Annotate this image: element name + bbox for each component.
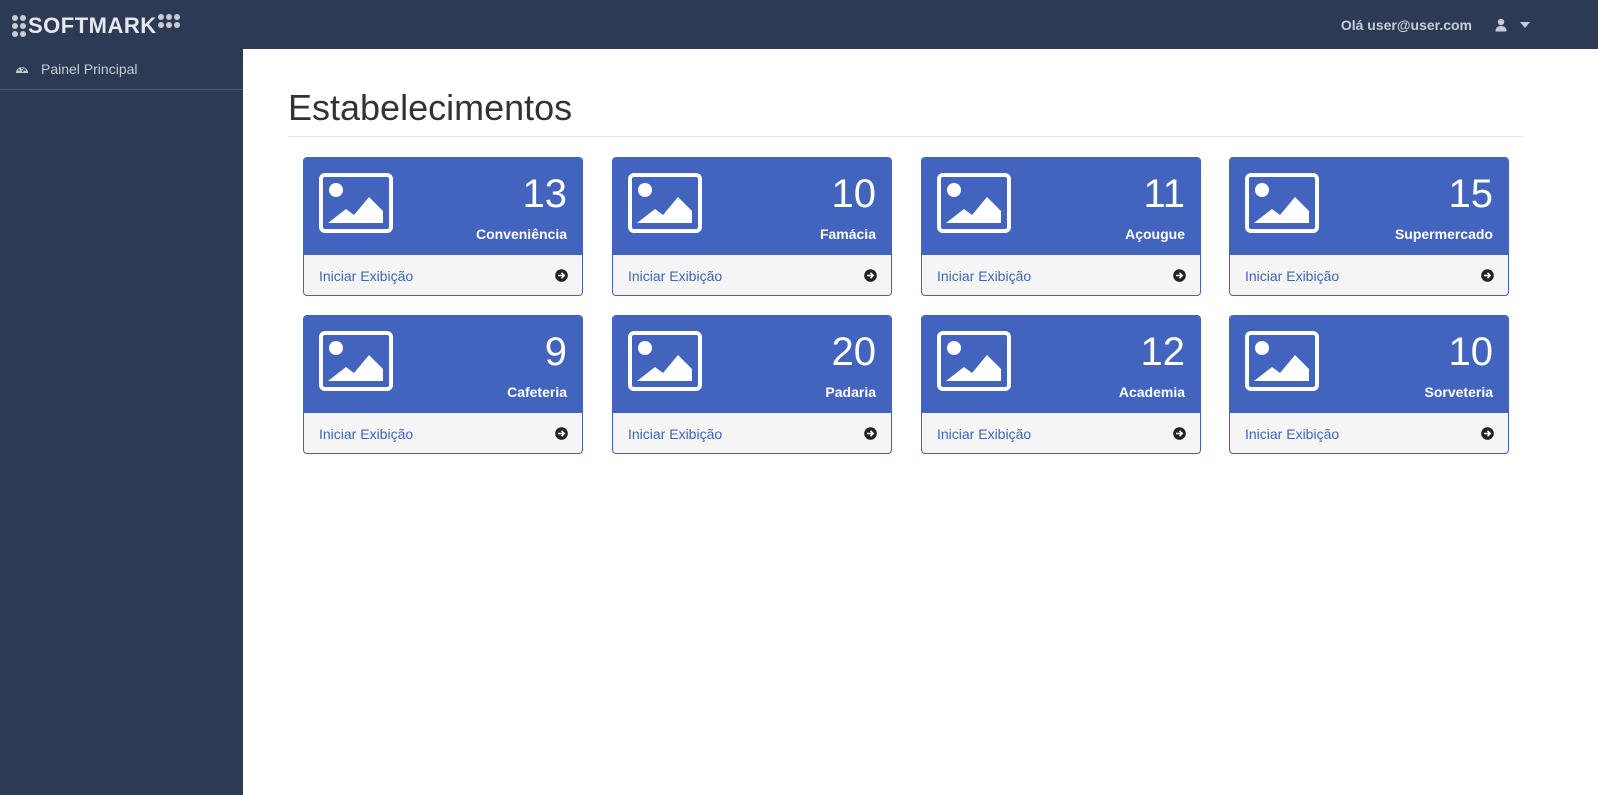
- establishment-card: 11 Açougue Iniciar Exibição: [921, 157, 1201, 296]
- arrow-circle-right-icon: [864, 427, 877, 440]
- card-name: Padaria: [825, 384, 876, 400]
- start-display-label: Iniciar Exibição: [628, 425, 723, 442]
- start-display-label: Iniciar Exibição: [937, 267, 1032, 284]
- card-count: 10: [831, 172, 877, 216]
- arrow-circle-right-icon: [1173, 427, 1186, 440]
- card-name: Conveniência: [475, 226, 567, 242]
- arrow-circle-right-icon: [1173, 269, 1186, 282]
- image-icon: [319, 331, 393, 391]
- card-header: 15 Supermercado: [1230, 158, 1508, 255]
- image-icon: [628, 173, 702, 233]
- arrow-circle-right-icon: [1481, 269, 1494, 282]
- caret-down-icon[interactable]: [1520, 21, 1530, 28]
- user-icon[interactable]: [1494, 18, 1508, 32]
- softmark-logo[interactable]: SOFTMARK: [12, 9, 180, 43]
- logo-text: SOFTMARK: [28, 13, 157, 38]
- start-display-link[interactable]: Iniciar Exibição: [1230, 255, 1508, 295]
- user-menu[interactable]: Olá user@user.com: [1341, 0, 1598, 49]
- card-name: Cafeteria: [507, 384, 567, 400]
- card-count: 15: [1448, 172, 1494, 216]
- card-name: Açougue: [1125, 226, 1185, 242]
- title-divider: [288, 136, 1523, 137]
- card-header: 20 Padaria: [613, 316, 891, 413]
- card-name: Academia: [1118, 384, 1185, 400]
- card-count: 9: [544, 330, 567, 374]
- arrow-circle-right-icon: [1481, 427, 1494, 440]
- start-display-link[interactable]: Iniciar Exibição: [922, 255, 1200, 295]
- card-count: 11: [1143, 172, 1185, 216]
- card-header: 10 Famácia: [613, 158, 891, 255]
- arrow-circle-right-icon: [864, 269, 877, 282]
- top-navbar: SOFTMARK Olá user@user.com: [0, 0, 1598, 49]
- sidebar: Painel Principal: [0, 49, 243, 795]
- card-header: 9 Cafeteria: [304, 316, 582, 413]
- start-display-label: Iniciar Exibição: [628, 267, 723, 284]
- establishment-card: 15 Supermercado Iniciar Exibição: [1229, 157, 1509, 296]
- establishment-card: 9 Cafeteria Iniciar Exibição: [303, 315, 583, 454]
- sidebar-item-label: Painel Principal: [41, 61, 138, 77]
- card-header: 10 Sorveteria: [1230, 316, 1508, 413]
- card-header: 11 Açougue: [922, 158, 1200, 255]
- card-name: Supermercado: [1394, 226, 1493, 242]
- start-display-label: Iniciar Exibição: [937, 425, 1032, 442]
- establishment-card: 10 Famácia Iniciar Exibição: [612, 157, 892, 296]
- start-display-link[interactable]: Iniciar Exibição: [613, 413, 891, 453]
- image-icon: [937, 173, 1011, 233]
- arrow-circle-right-icon: [555, 269, 568, 282]
- start-display-label: Iniciar Exibição: [1245, 425, 1340, 442]
- user-greeting: Olá user@user.com: [1340, 16, 1472, 33]
- establishment-card: 20 Padaria Iniciar Exibição: [612, 315, 892, 454]
- start-display-label: Iniciar Exibição: [319, 267, 414, 284]
- card-name: Famácia: [819, 226, 876, 242]
- start-display-link[interactable]: Iniciar Exibição: [304, 255, 582, 295]
- image-icon: [937, 331, 1011, 391]
- dashboard-icon: [16, 67, 28, 73]
- main-content: Estabelecimentos 13 Conveniência Iniciar…: [243, 49, 1598, 795]
- sidebar-item-painel-principal[interactable]: Painel Principal: [0, 49, 243, 90]
- start-display-link[interactable]: Iniciar Exibição: [304, 413, 582, 453]
- establishment-card: 13 Conveniência Iniciar Exibição: [303, 157, 583, 296]
- card-count: 12: [1140, 330, 1186, 374]
- image-icon: [319, 173, 393, 233]
- start-display-link[interactable]: Iniciar Exibição: [1230, 413, 1508, 453]
- establishment-card: 12 Academia Iniciar Exibição: [921, 315, 1201, 454]
- start-display-label: Iniciar Exibição: [1245, 267, 1340, 284]
- arrow-circle-right-icon: [555, 427, 568, 440]
- card-header: 12 Academia: [922, 316, 1200, 413]
- page-title: Estabelecimentos: [288, 87, 573, 128]
- image-icon: [1245, 173, 1319, 233]
- image-icon: [628, 331, 702, 391]
- card-name: Sorveteria: [1424, 384, 1493, 400]
- logo-dots-right: [157, 14, 180, 28]
- card-header: 13 Conveniência: [304, 158, 582, 255]
- card-count: 13: [522, 172, 568, 216]
- card-count: 10: [1448, 330, 1494, 374]
- card-count: 20: [831, 330, 877, 374]
- start-display-link[interactable]: Iniciar Exibição: [613, 255, 891, 295]
- logo-dots-left: [12, 15, 26, 37]
- image-icon: [1245, 331, 1319, 391]
- start-display-label: Iniciar Exibição: [319, 425, 414, 442]
- establishment-card: 10 Sorveteria Iniciar Exibição: [1229, 315, 1509, 454]
- start-display-link[interactable]: Iniciar Exibição: [922, 413, 1200, 453]
